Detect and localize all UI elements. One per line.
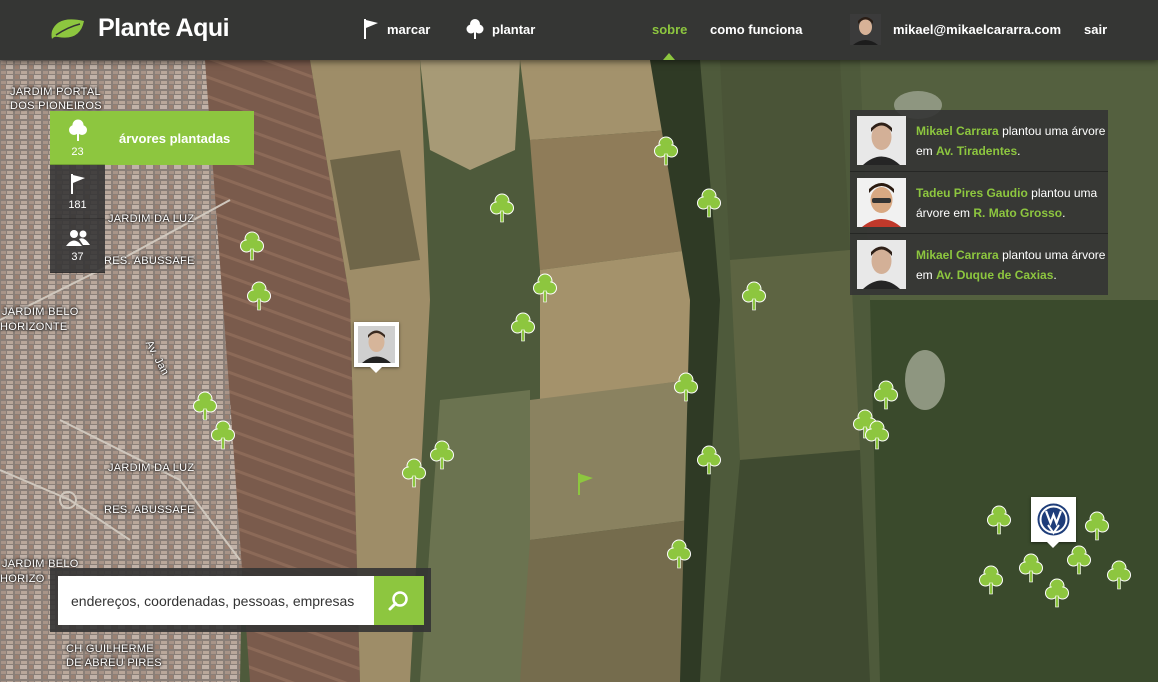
company-logo-icon: [1037, 503, 1070, 536]
stats-tooltip: árvores plantadas: [105, 111, 254, 165]
tree-marker-icon[interactable]: [874, 380, 898, 410]
tree-marker-icon[interactable]: [654, 136, 678, 166]
nav-como-funciona[interactable]: como funciona: [710, 22, 802, 37]
activity-feed: Mikael Carrara plantou uma árvore em Av.…: [850, 110, 1108, 295]
feed-place-link[interactable]: Av. Tiradentes: [936, 144, 1017, 158]
flag-icon: [363, 18, 379, 40]
tree-marker-icon[interactable]: [247, 281, 271, 311]
tree-marker-icon[interactable]: [979, 565, 1003, 595]
tree-marker-icon[interactable]: [511, 312, 535, 342]
feed-user-link[interactable]: Mikael Carrara: [916, 124, 999, 138]
feed-item[interactable]: Tadeu Pires Gaudio plantou uma árvore em…: [850, 172, 1108, 234]
map-label: JARDIM PORTAL: [10, 86, 101, 98]
search-box: [50, 568, 431, 632]
map-label: JARDIM DA LUZ: [108, 462, 195, 474]
tree-marker-icon[interactable]: [211, 420, 235, 450]
map-label: JARDIM BELO: [2, 306, 79, 318]
map-label: CH GUILHERME: [66, 643, 154, 655]
map-label: JARDIM DA LUZ: [108, 213, 195, 225]
tree-marker-icon[interactable]: [674, 372, 698, 402]
tree-marker-icon[interactable]: [430, 440, 454, 470]
brand-name: Plante Aqui: [98, 14, 230, 42]
avatar: [857, 240, 906, 289]
feed-place-link[interactable]: R. Mato Grosso: [973, 206, 1062, 220]
stats-panel: 23 181 37: [50, 111, 105, 273]
top-navbar: Plante Aqui marcar plantar sobre como fu…: [0, 0, 1158, 60]
avatar: [850, 14, 881, 45]
search-button[interactable]: [374, 576, 424, 625]
tree-marker-icon[interactable]: [987, 505, 1011, 535]
user-photo-marker[interactable]: [354, 322, 399, 373]
feed-item[interactable]: Mikael Carrara plantou uma árvore em Av.…: [850, 234, 1108, 295]
stat-trees[interactable]: 23: [50, 111, 105, 165]
stat-trees-count: 23: [71, 145, 84, 158]
flag-icon: [70, 173, 85, 194]
tree-marker-icon[interactable]: [697, 188, 721, 218]
avatar: [857, 178, 906, 227]
tree-marker-icon[interactable]: [1045, 578, 1069, 608]
feed-user-link[interactable]: Mikael Carrara: [916, 248, 999, 262]
tree-marker-icon[interactable]: [193, 391, 217, 421]
tree-marker-icon[interactable]: [533, 273, 557, 303]
feed-action: plantou uma: [1002, 123, 1069, 138]
leaf-logo-icon: [51, 18, 84, 39]
tree-icon: [466, 18, 484, 40]
nav-marcar-label: marcar: [387, 21, 431, 37]
nav-marcar[interactable]: marcar: [363, 18, 430, 40]
map-label: DE ABREU PIRES: [66, 657, 162, 669]
nav-sobre[interactable]: sobre: [652, 22, 687, 37]
feed-punct: .: [1053, 267, 1057, 282]
stat-users-count: 37: [71, 250, 84, 263]
avatar: [358, 326, 395, 363]
active-nav-indicator: [663, 53, 675, 60]
nav-plantar[interactable]: plantar: [466, 18, 535, 40]
map-label: HORIZO: [0, 573, 45, 585]
feed-place-link[interactable]: Av. Duque de Caxias: [936, 268, 1053, 282]
tree-marker-icon[interactable]: [742, 281, 766, 311]
users-icon: [65, 229, 90, 246]
tree-marker-icon[interactable]: [865, 420, 889, 450]
search-icon: [388, 590, 408, 610]
tree-marker-icon[interactable]: [402, 458, 426, 488]
feed-text: Mikael Carrara plantou uma árvore em Av.…: [916, 245, 1106, 285]
brand-logo[interactable]: Plante Aqui: [50, 14, 230, 43]
tree-marker-icon[interactable]: [240, 231, 264, 261]
user-email[interactable]: mikael@mikaelcararra.com: [893, 22, 1061, 37]
search-input[interactable]: [58, 576, 374, 625]
tree-marker-icon[interactable]: [490, 193, 514, 223]
tree-marker-icon[interactable]: [1085, 511, 1109, 541]
logout-link[interactable]: sair: [1084, 22, 1107, 37]
company-marker[interactable]: [1031, 497, 1076, 548]
map-label: HORIZONTE: [0, 321, 68, 333]
tree-marker-icon[interactable]: [1067, 545, 1091, 575]
map-label: RES. ABUSSAFE: [104, 255, 195, 267]
user-avatar[interactable]: [850, 14, 881, 45]
flag-marker-icon[interactable]: [577, 472, 595, 496]
map-label: RES. ABUSSAFE: [104, 504, 195, 516]
stat-flags[interactable]: 181: [50, 165, 105, 219]
stat-flags-count: 181: [68, 198, 87, 211]
tree-marker-icon[interactable]: [697, 445, 721, 475]
tree-icon: [68, 119, 87, 141]
feed-text: Mikael Carrara plantou uma árvore em Av.…: [916, 121, 1106, 161]
feed-punct: .: [1017, 143, 1021, 158]
feed-action: árvore em: [916, 205, 971, 220]
nav-plantar-label: plantar: [492, 21, 536, 37]
tree-marker-icon[interactable]: [1107, 560, 1131, 590]
tree-marker-icon[interactable]: [667, 539, 691, 569]
feed-user-link[interactable]: Tadeu Pires Gaudio: [916, 186, 1028, 200]
feed-punct: .: [1062, 205, 1066, 220]
feed-action: plantou uma: [1031, 185, 1098, 200]
stat-users[interactable]: 37: [50, 219, 105, 273]
feed-action: plantou uma: [1002, 247, 1069, 262]
feed-text: Tadeu Pires Gaudio plantou uma árvore em…: [916, 183, 1106, 223]
tree-marker-icon[interactable]: [1019, 553, 1043, 583]
feed-item[interactable]: Mikael Carrara plantou uma árvore em Av.…: [850, 110, 1108, 172]
avatar: [857, 116, 906, 165]
